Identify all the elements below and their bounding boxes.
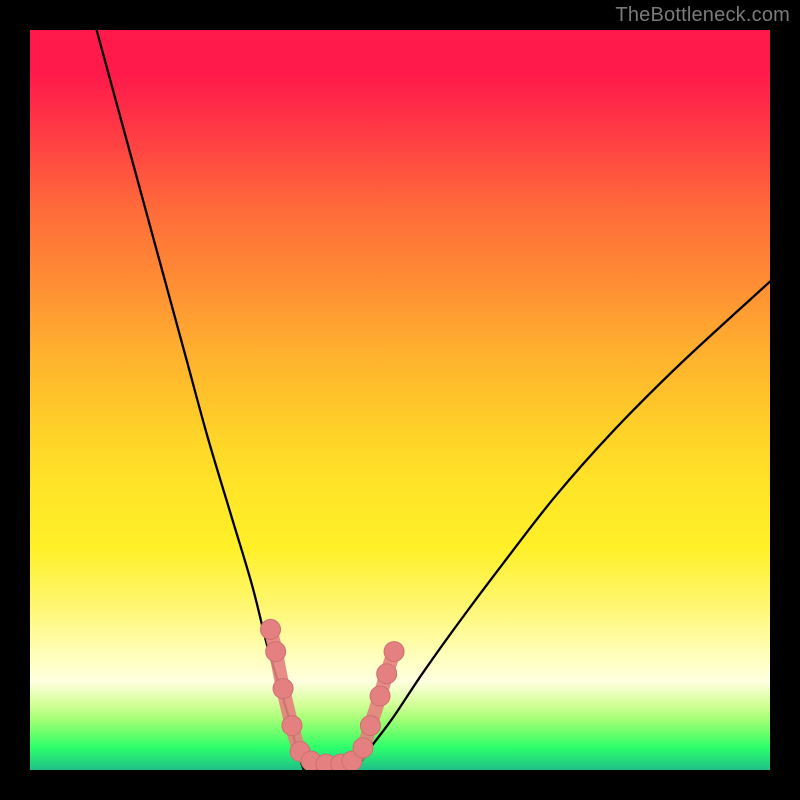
watermark-text: TheBottleneck.com <box>615 4 790 27</box>
marker-bead <box>384 642 404 662</box>
plot-area <box>30 30 770 770</box>
marker-bead <box>377 664 397 684</box>
marker-bead <box>273 679 293 699</box>
curve-right-branch <box>356 282 770 770</box>
marker-bead <box>266 642 286 662</box>
marker-bead <box>282 716 302 736</box>
chart-frame: TheBottleneck.com <box>0 0 800 800</box>
marker-bead <box>370 686 390 706</box>
marker-bead <box>360 716 380 736</box>
marker-bead <box>353 738 373 758</box>
curve-layer <box>30 30 770 770</box>
marker-bead <box>261 619 281 639</box>
